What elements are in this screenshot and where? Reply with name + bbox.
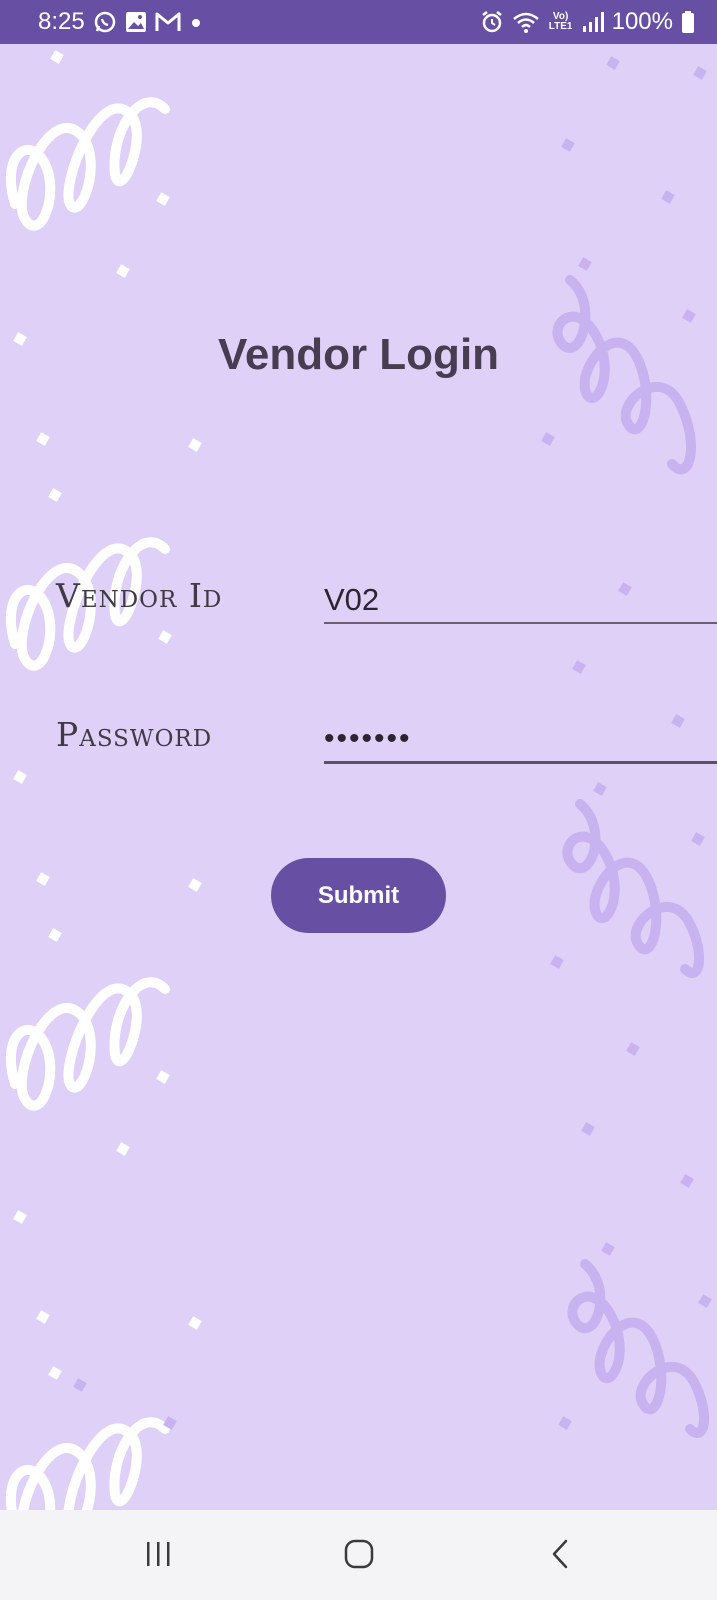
whatsapp-icon — [93, 10, 117, 34]
vendor-id-label: Vendor Id — [56, 576, 223, 615]
swirl-decoration-1 — [5, 97, 170, 231]
home-icon — [343, 1538, 375, 1574]
gmail-icon — [155, 11, 181, 33]
page-title: Vendor Login — [217, 330, 500, 379]
recent-apps-icon — [144, 1539, 174, 1573]
home-button[interactable] — [329, 1534, 389, 1578]
password-label: Password — [56, 715, 213, 754]
battery-icon — [681, 10, 695, 34]
navigation-bar — [0, 1510, 717, 1600]
vendor-id-input[interactable] — [324, 578, 717, 624]
back-icon — [546, 1538, 574, 1574]
status-time: 8:25 — [38, 8, 85, 35]
gallery-icon — [125, 11, 147, 33]
battery-text: 100% — [611, 8, 673, 35]
recent-apps-button[interactable] — [129, 1534, 189, 1578]
swirl-decoration-6 — [562, 799, 705, 978]
background-pattern — [0, 44, 717, 1510]
swirl-decoration-4 — [5, 1417, 170, 1510]
password-input[interactable] — [324, 717, 717, 764]
signal-icon — [582, 10, 604, 34]
swirl-decoration-7 — [567, 1259, 710, 1438]
swirl-decoration-3 — [5, 977, 170, 1111]
dot-icon — [189, 11, 203, 33]
submit-button[interactable]: Submit — [271, 858, 446, 933]
back-button[interactable] — [530, 1534, 590, 1578]
volte-icon: Vo) LTE1 — [548, 11, 573, 32]
wifi-icon — [512, 10, 540, 34]
status-bar: 8:25 Vo) LTE1 100% — [0, 0, 717, 44]
alarm-icon — [480, 10, 504, 34]
